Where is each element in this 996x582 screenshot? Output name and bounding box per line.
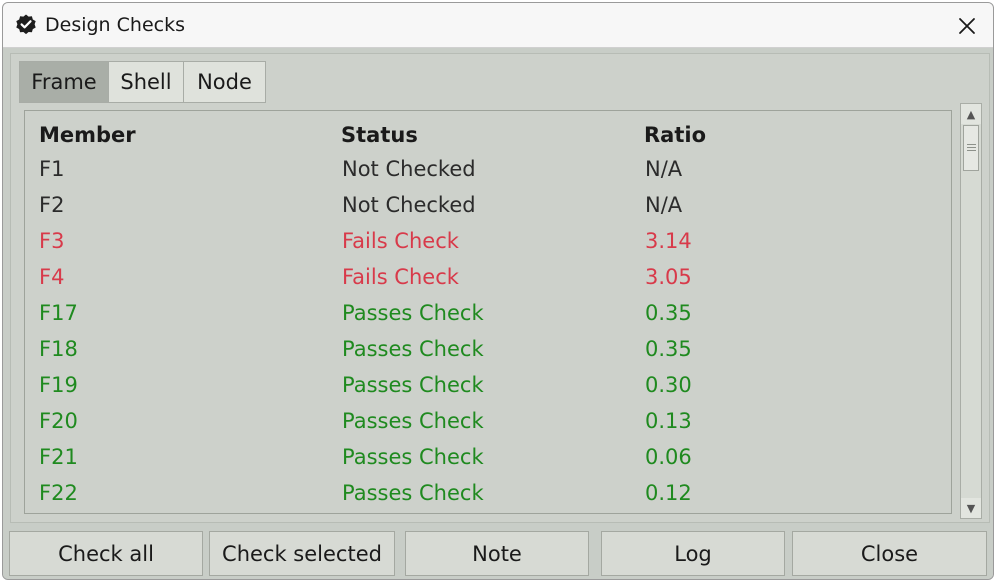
- ratio-cell: 0.12: [645, 481, 692, 505]
- table-row[interactable]: F2 Not Checked N/A: [25, 193, 951, 229]
- member-cell: F1: [39, 157, 65, 181]
- member-cell: F20: [39, 409, 78, 433]
- column-header-status[interactable]: Status: [341, 123, 418, 147]
- check-all-button[interactable]: Check all: [9, 531, 203, 576]
- member-cell: F3: [39, 229, 65, 253]
- check-badge-icon: [16, 14, 36, 35]
- close-button[interactable]: Close: [792, 531, 987, 576]
- ratio-cell: N/A: [645, 193, 683, 217]
- member-cell: F21: [39, 445, 78, 469]
- status-cell: Passes Check: [342, 409, 484, 433]
- thumb-grip: [967, 144, 976, 145]
- status-cell: Passes Check: [342, 301, 484, 325]
- vertical-scrollbar[interactable]: ▲ ▼: [960, 103, 982, 519]
- status-cell: Not Checked: [342, 157, 476, 181]
- ratio-cell: 0.06: [645, 445, 692, 469]
- status-cell: Fails Check: [342, 265, 459, 289]
- ratio-cell: 3.05: [645, 265, 692, 289]
- table-row[interactable]: F4 Fails Check 3.05: [25, 265, 951, 301]
- member-cell: F18: [39, 337, 78, 361]
- ratio-cell: 0.30: [645, 373, 692, 397]
- table-row[interactable]: F17 Passes Check 0.35: [25, 301, 951, 337]
- table-row[interactable]: F18 Passes Check 0.35: [25, 337, 951, 373]
- status-cell: Passes Check: [342, 373, 484, 397]
- member-cell: F17: [39, 301, 78, 325]
- scroll-down-arrow-icon[interactable]: ▼: [961, 498, 981, 518]
- ratio-cell: 0.35: [645, 337, 692, 361]
- table-row[interactable]: F22 Passes Check 0.12: [25, 481, 951, 517]
- log-button[interactable]: Log: [601, 531, 785, 576]
- column-header-member[interactable]: Member: [39, 123, 136, 147]
- ratio-cell: N/A: [645, 157, 683, 181]
- tab-shell[interactable]: Shell: [108, 61, 184, 103]
- member-cell: F2: [39, 193, 65, 217]
- thumb-grip: [967, 147, 976, 148]
- check-selected-button[interactable]: Check selected: [209, 531, 395, 576]
- ratio-cell: 0.13: [645, 409, 692, 433]
- column-header-ratio[interactable]: Ratio: [644, 123, 706, 147]
- thumb-grip: [967, 150, 976, 151]
- status-cell: Fails Check: [342, 229, 459, 253]
- ratio-cell: 0.35: [645, 301, 692, 325]
- tab-frame[interactable]: Frame: [19, 61, 109, 103]
- member-cell: F19: [39, 373, 78, 397]
- table-row[interactable]: F3 Fails Check 3.14: [25, 229, 951, 265]
- table-row[interactable]: F21 Passes Check 0.06: [25, 445, 951, 481]
- status-cell: Not Checked: [342, 193, 476, 217]
- scroll-up-arrow-icon[interactable]: ▲: [961, 104, 981, 124]
- table-row[interactable]: F19 Passes Check 0.30: [25, 373, 951, 409]
- design-checks-window: Design Checks Frame Shell Node Member St…: [2, 2, 994, 580]
- member-cell: F4: [39, 265, 65, 289]
- status-cell: Passes Check: [342, 445, 484, 469]
- close-icon[interactable]: [955, 14, 979, 38]
- member-cell: F22: [39, 481, 78, 505]
- ratio-cell: 3.14: [645, 229, 692, 253]
- window-title: Design Checks: [45, 14, 185, 36]
- status-cell: Passes Check: [342, 337, 484, 361]
- tab-node[interactable]: Node: [183, 61, 266, 103]
- title-bar: Design Checks: [3, 3, 993, 48]
- scroll-thumb[interactable]: [963, 125, 979, 171]
- button-bar: Check all Check selected Note Log Close: [3, 525, 993, 579]
- results-table[interactable]: Member Status Ratio F1 Not Checked N/A F2 No…: [24, 110, 952, 514]
- note-button[interactable]: Note: [405, 531, 589, 576]
- table-row[interactable]: F1 Not Checked N/A: [25, 157, 951, 193]
- tab-panel: Frame Shell Node Member Status Ratio F1 N…: [10, 53, 990, 523]
- status-cell: Passes Check: [342, 481, 484, 505]
- table-row[interactable]: F20 Passes Check 0.13: [25, 409, 951, 445]
